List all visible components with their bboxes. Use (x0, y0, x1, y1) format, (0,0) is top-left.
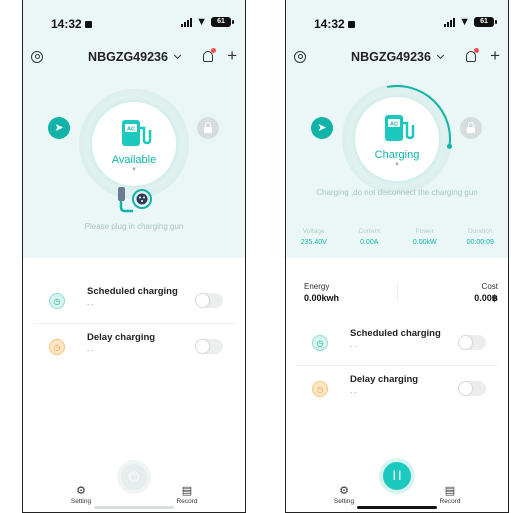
bottom-tab-bar: ⚙ Setting ⏻ ▤ Record (23, 460, 245, 512)
clock-icon: ◷ (49, 293, 65, 309)
home-indicator (94, 506, 174, 509)
hero-panel: 14:32 ▼ 61 NBGZG49236 + ➤ (286, 0, 508, 258)
ac-charger-icon: AC (122, 120, 152, 146)
chevron-down-icon (173, 51, 181, 60)
bell-icon[interactable] (203, 48, 216, 62)
ac-charger-icon: AC (385, 115, 415, 141)
row-title: Delay charging (87, 332, 156, 343)
top-bar: NBGZG49236 + (23, 47, 245, 67)
home-indicator (357, 506, 437, 509)
status-icons: ▼ 61 (181, 15, 234, 28)
lock-icon[interactable] (197, 117, 219, 139)
status-icons: ▼ 61 (444, 15, 497, 28)
svg-text:AC: AC (127, 127, 135, 133)
wifi-small-icon: ▼ (394, 162, 400, 168)
energy-label: Energy (304, 282, 330, 291)
lock-icon[interactable] (460, 117, 482, 139)
row-subtitle: - - (87, 348, 94, 355)
power-button[interactable]: ⏻ (117, 460, 151, 494)
plus-icon[interactable]: + (227, 47, 237, 65)
bottom-tab-bar: ⚙ Setting | | ▤ Record (286, 458, 508, 512)
row-subtitle: - - (350, 390, 357, 397)
svg-text:AC: AC (390, 122, 398, 128)
status-label: Charging (374, 149, 420, 161)
clock-icon: ◷ (312, 335, 328, 351)
phone-charging: 14:32 ▼ 61 NBGZG49236 + ➤ AC Charging ▼ … (285, 0, 509, 513)
battery-icon: 61 (474, 17, 497, 27)
wifi-icon: ▼ (459, 15, 470, 28)
scheduled-charging-row[interactable]: ◷ Scheduled charging - - (23, 278, 245, 324)
wifi-icon: ▼ (196, 15, 207, 28)
gear-icon: ⚙ (339, 485, 349, 497)
row-title: Delay charging (350, 374, 419, 385)
cost-label: Cost (481, 282, 498, 291)
charging-stats: Voltage 235.40V Current 0.00A Power 0.00kW … (286, 228, 508, 256)
signal-icon (181, 17, 193, 27)
phone-available: 14:32 ▼ 61 NBGZG49236 + ➤ AC Available ▼… (22, 0, 246, 513)
bell-icon[interactable] (466, 48, 479, 62)
tab-record[interactable]: ▤ Record (430, 485, 470, 505)
delay-charging-row[interactable]: ◷ Delay charging - - (23, 324, 245, 370)
record-icon: ▤ (181, 485, 193, 497)
delay-charging-row[interactable]: ◷ Delay charging - - (286, 366, 508, 412)
delay-charging-toggle[interactable] (195, 339, 223, 354)
status-bar: 14:32 ▼ 61 (286, 0, 508, 34)
tab-record[interactable]: ▤ Record (167, 485, 207, 505)
row-subtitle: - - (350, 344, 357, 351)
status-label: Available (111, 154, 157, 166)
battery-icon: 61 (211, 17, 234, 27)
delay-charging-toggle[interactable] (458, 381, 486, 396)
energy-cost-summary: Energy 0.00kwh Cost 0.00฿ (286, 282, 508, 306)
plug-hint-text: Please plug in charging gun (84, 222, 184, 231)
scheduled-charging-row[interactable]: ◷ Scheduled charging - - (286, 320, 508, 366)
stat-power: Power 0.00kW (412, 228, 437, 246)
cost-value: 0.00฿ (474, 293, 498, 303)
pause-button[interactable]: | | (379, 458, 415, 494)
timer-icon: ◷ (49, 339, 65, 355)
gear-icon: ⚙ (76, 485, 86, 497)
status-time: 14:32 (51, 17, 92, 31)
row-subtitle: - - (87, 302, 94, 309)
top-bar: NBGZG49236 + (286, 47, 508, 67)
screenshot-stage: 14:32 ▼ 61 NBGZG49236 + ➤ AC Available ▼… (0, 0, 511, 513)
plug-icon (118, 187, 152, 213)
wifi-small-icon: ▼ (131, 167, 137, 173)
hero-panel: 14:32 ▼ 61 NBGZG49236 + ➤ (23, 0, 245, 258)
row-title: Scheduled charging (350, 328, 441, 339)
stat-duration: Duration 00:00:09 (466, 228, 494, 246)
charger-status-ring: AC Available ▼ (79, 89, 189, 199)
timer-icon: ◷ (312, 381, 328, 397)
signal-icon (444, 17, 456, 27)
charger-status-ring: AC Charging ▼ (342, 84, 452, 194)
status-bar: 14:32 ▼ 61 (23, 0, 245, 34)
plus-icon[interactable]: + (490, 47, 500, 65)
charging-hint-text: Charging ,do not disconnect the charging… (316, 188, 478, 197)
rocket-icon[interactable]: ➤ (48, 117, 70, 139)
scheduled-charging-toggle[interactable] (195, 293, 223, 308)
stat-voltage: Voltage 235.40V (300, 228, 327, 246)
rocket-icon[interactable]: ➤ (311, 117, 333, 139)
tab-setting[interactable]: ⚙ Setting (324, 485, 364, 505)
energy-value: 0.00kwh (304, 293, 340, 303)
scheduled-charging-toggle[interactable] (458, 335, 486, 350)
row-title: Scheduled charging (87, 286, 178, 297)
stat-current: Current 0.00A (358, 228, 381, 246)
tab-setting[interactable]: ⚙ Setting (61, 485, 101, 505)
chevron-down-icon (436, 51, 444, 60)
status-time: 14:32 (314, 17, 355, 31)
record-icon: ▤ (444, 485, 456, 497)
